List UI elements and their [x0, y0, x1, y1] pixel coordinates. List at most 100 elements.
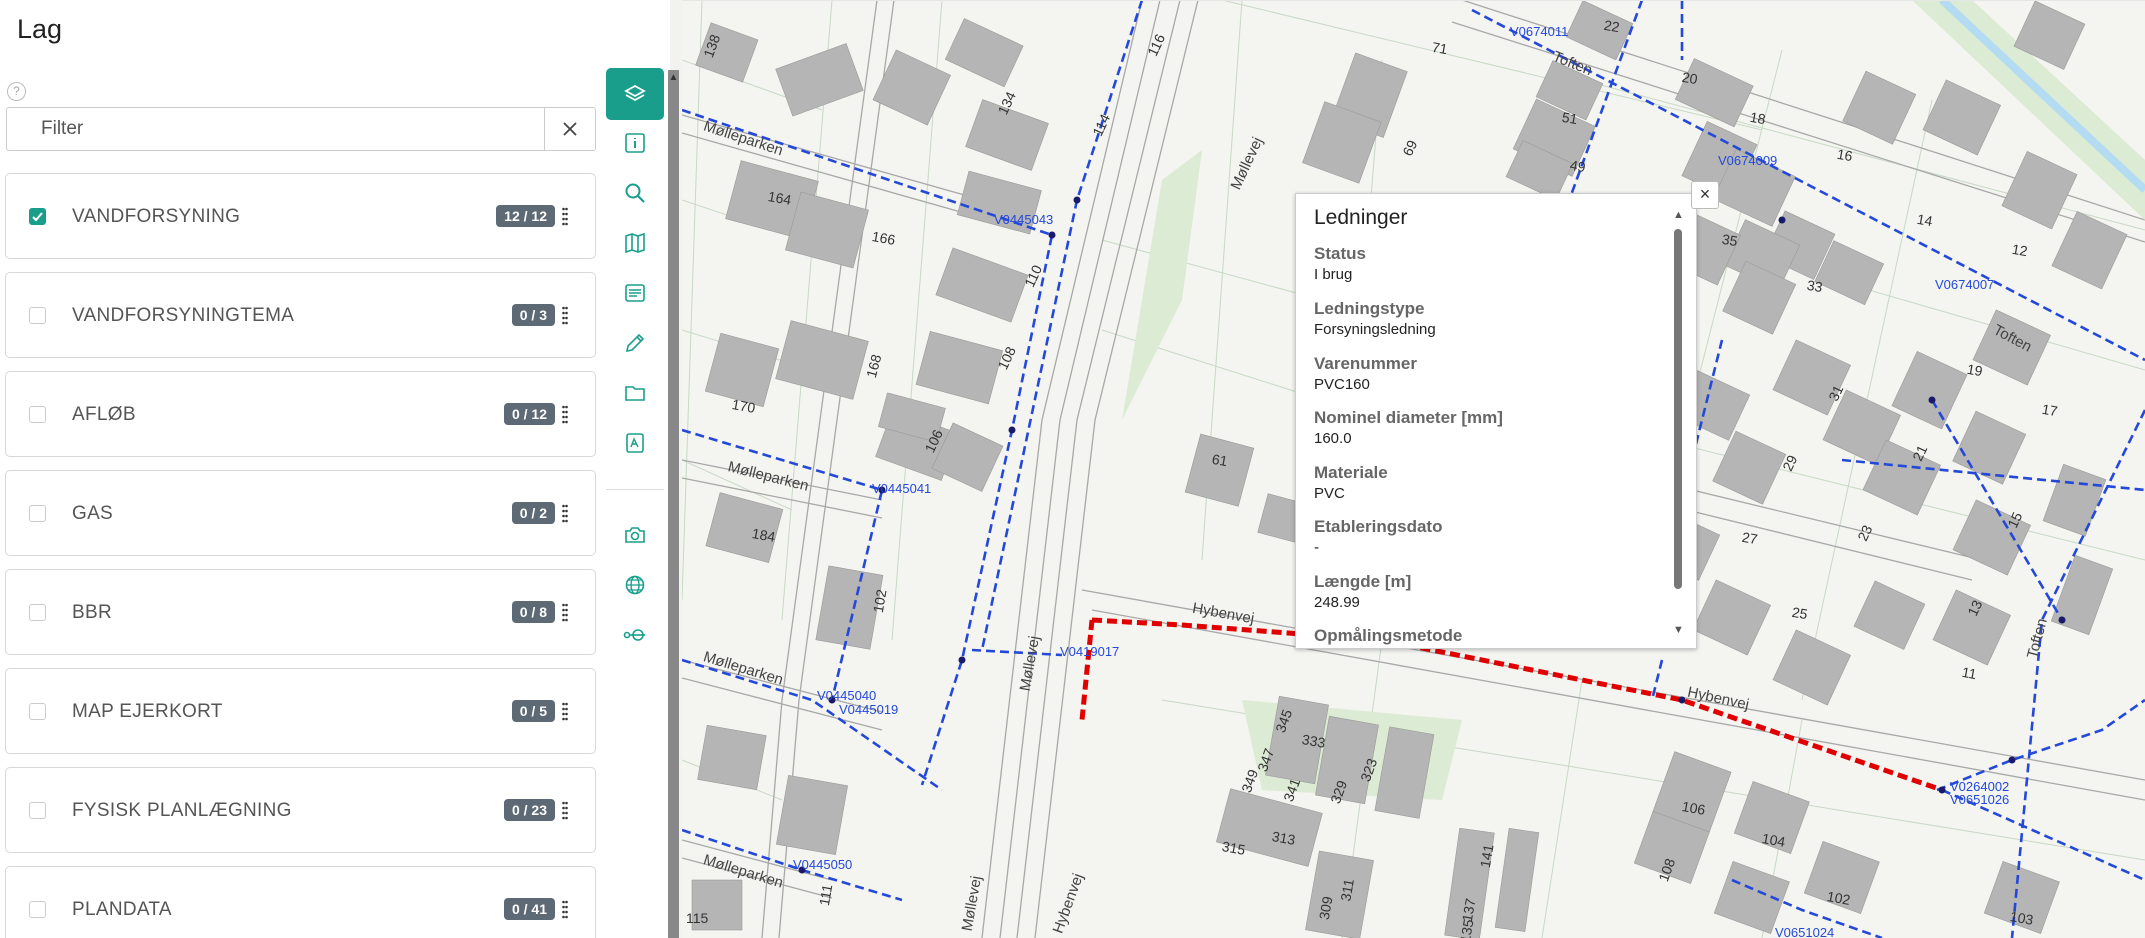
legend-button[interactable]: [606, 270, 664, 316]
layer-checkbox[interactable]: [29, 307, 46, 324]
layer-item[interactable]: GAS 0 / 2: [5, 470, 596, 556]
filter-clear-button[interactable]: [544, 108, 595, 150]
layer-item[interactable]: MAP EJERKORT 0 / 5: [5, 668, 596, 754]
layer-label: VANDFORSYNINGTEMA: [72, 305, 295, 326]
measure-icon: [623, 629, 645, 641]
pipe-id-label: V0674011: [1510, 24, 1569, 39]
house-number: 33: [1805, 276, 1824, 296]
layer-checkbox[interactable]: [29, 604, 46, 621]
attribute-value: PVC160: [1314, 376, 1370, 393]
pipe-id-label: V0445040: [817, 688, 877, 703]
pipe-id-label: V0445041: [872, 481, 932, 496]
attribute-label: Opmålingsmetode: [1314, 626, 1463, 645]
layer-checkbox[interactable]: [29, 703, 46, 720]
popup-scroll-down-arrow[interactable]: ▼: [1673, 624, 1684, 636]
house-number: 115: [686, 910, 709, 926]
layer-label: AFLØB: [72, 404, 136, 425]
drag-handle-icon[interactable]: [562, 306, 568, 326]
feature-info-popup: Ledninger ▲ ▼ Status I brug Ledningstype…: [1295, 193, 1697, 649]
drag-handle-icon[interactable]: [562, 207, 568, 227]
layer-label: VANDFORSYNING: [72, 206, 241, 227]
layer-count-badge: 0 / 23: [503, 799, 555, 821]
attribute-value: 160.0: [1314, 430, 1352, 447]
pdf-button[interactable]: [606, 420, 664, 466]
attribute-value: -: [1314, 539, 1319, 556]
house-number: 22: [1602, 16, 1621, 36]
pdf-icon: [626, 433, 644, 453]
pipe-id-label: V0651024: [1775, 925, 1835, 938]
layer-label: PLANDATA: [72, 899, 172, 920]
house-number: 135: [1456, 918, 1477, 938]
info-icon: [625, 133, 645, 153]
house-number: 12: [2010, 240, 2029, 260]
attribute-label: Længde [m]: [1314, 572, 1412, 591]
drag-handle-icon[interactable]: [562, 801, 568, 821]
layer-item[interactable]: VANDFORSYNINGTEMA 0 / 3: [5, 272, 596, 358]
globe-button[interactable]: [606, 562, 664, 608]
draw-button[interactable]: [606, 320, 664, 366]
drag-handle-icon[interactable]: [562, 900, 568, 920]
panel-title: Lag: [17, 14, 63, 44]
house-number: 14: [1915, 210, 1934, 230]
panel-scrollbar[interactable]: [668, 70, 679, 938]
attribute-value: Forsyningsledning: [1314, 321, 1436, 338]
layer-checkbox[interactable]: [29, 208, 46, 225]
legend-icon: [625, 284, 645, 302]
drag-handle-icon[interactable]: [562, 702, 568, 722]
filter-input[interactable]: [7, 108, 547, 150]
camera-icon: [625, 527, 645, 543]
layer-label: GAS: [72, 503, 114, 524]
attribute-value: I brug: [1314, 266, 1353, 283]
layers-panel: Lag ? VANDFORSYNING 12 / 12 VANDFORSYNIN…: [0, 0, 601, 938]
pipe-id-label: V0419017: [1060, 644, 1120, 659]
search-icon: [625, 183, 645, 203]
attribute-label: Varenummer: [1314, 354, 1417, 373]
info-button[interactable]: [606, 120, 664, 166]
layer-checkbox[interactable]: [29, 505, 46, 522]
drag-handle-icon[interactable]: [562, 405, 568, 425]
map-button[interactable]: [606, 220, 664, 266]
popup-scrollbar[interactable]: [1674, 229, 1682, 589]
drag-handle-icon[interactable]: [562, 504, 568, 524]
layer-item[interactable]: PLANDATA 0 / 41: [5, 866, 596, 938]
tool-sidebar: [600, 0, 670, 938]
attribute-value: 248.99: [1314, 594, 1360, 611]
house-number: 71: [1430, 38, 1449, 58]
house-number: 18: [1748, 108, 1767, 128]
popup-close-button[interactable]: ×: [1691, 181, 1719, 209]
attribute-value: PVC: [1314, 485, 1345, 502]
house-number: 27: [1740, 528, 1759, 548]
pipe-id-label: V0674007: [1935, 277, 1995, 292]
search-button[interactable]: [606, 170, 664, 216]
folder-button[interactable]: [606, 370, 664, 416]
layer-item[interactable]: FYSISK PLANLÆGNING 0 / 23: [5, 767, 596, 853]
attribute-label: Ledningstype: [1314, 299, 1425, 318]
house-number: 35: [1720, 230, 1739, 250]
layer-item[interactable]: AFLØB 0 / 12: [5, 371, 596, 457]
layer-checkbox[interactable]: [29, 406, 46, 423]
measure-button[interactable]: [606, 612, 664, 658]
attribute-label: Materiale: [1314, 463, 1388, 482]
pipe-id-label: V0445019: [839, 702, 899, 717]
pencil-icon: [625, 333, 645, 353]
pipe-id-label: V0445050: [793, 857, 853, 872]
layer-checkbox[interactable]: [29, 901, 46, 918]
drag-handle-icon[interactable]: [562, 603, 568, 623]
toolbar-divider: [606, 489, 664, 490]
pipe-id-label: V0651026: [1950, 792, 2010, 807]
help-icon[interactable]: ?: [7, 82, 26, 101]
pipe-id-label: V0445043: [994, 212, 1054, 227]
screenshot-button[interactable]: [606, 512, 664, 558]
scroll-up-arrow[interactable]: ▲: [668, 72, 679, 83]
layer-item[interactable]: BBR 0 / 8: [5, 569, 596, 655]
layer-label: BBR: [72, 602, 112, 623]
folder-icon: [625, 386, 645, 401]
close-icon: [563, 122, 577, 136]
attribute-label: Etableringsdato: [1314, 517, 1443, 536]
layer-item[interactable]: VANDFORSYNING 12 / 12: [5, 173, 596, 259]
layers-button[interactable]: [606, 68, 664, 120]
attribute-label: Status: [1314, 244, 1366, 263]
popup-scroll-up-arrow[interactable]: ▲: [1673, 209, 1684, 221]
house-number: 61: [1210, 450, 1229, 470]
layer-checkbox[interactable]: [29, 802, 46, 819]
